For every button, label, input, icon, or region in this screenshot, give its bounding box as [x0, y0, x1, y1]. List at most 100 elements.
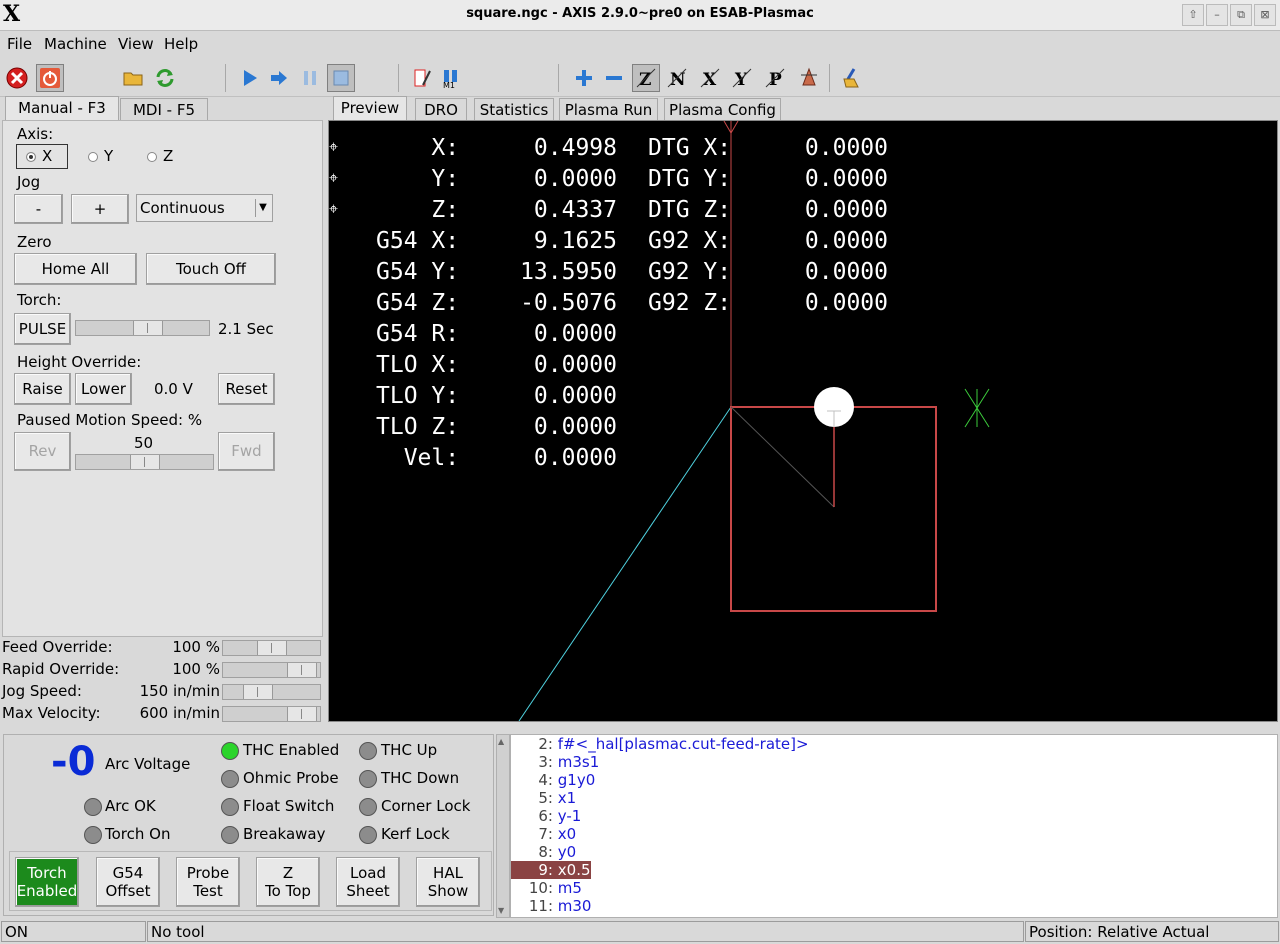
stop-icon[interactable] — [327, 64, 355, 92]
g54-offset-button[interactable]: G54 Offset — [96, 857, 160, 907]
reset-button[interactable]: Reset — [218, 373, 275, 405]
maximize-window-button[interactable]: ⧉ — [1230, 4, 1252, 26]
max-velocity-slider[interactable] — [222, 706, 321, 722]
close-window-button[interactable]: ⊠ — [1254, 4, 1276, 26]
radio-dot-icon — [147, 151, 157, 162]
jog-plus-button[interactable]: + — [71, 194, 129, 224]
torch-enabled-button[interactable]: Torch Enabled — [15, 857, 79, 907]
estop-icon[interactable] — [5, 66, 29, 90]
toolbar-separator — [829, 64, 830, 92]
dro-value: 0.0000 — [804, 166, 888, 192]
touch-off-button[interactable]: Touch Off — [146, 253, 276, 285]
zoom-in-icon[interactable] — [572, 66, 596, 90]
menu-file[interactable]: File — [7, 35, 32, 53]
gcode-line[interactable]: 4: g1y0 — [511, 771, 595, 789]
shade-window-button[interactable]: ⇧ — [1182, 4, 1204, 26]
gcode-line[interactable]: 6: y-1 — [511, 807, 581, 825]
tab-preview[interactable]: Preview — [333, 96, 407, 121]
toolbar-separator — [398, 64, 399, 92]
rev-button[interactable]: Rev — [14, 432, 71, 471]
tab-mdi[interactable]: MDI - F5 — [120, 98, 208, 121]
dro-label: TLO Z: — [376, 414, 460, 440]
hal-show-button[interactable]: HAL Show — [416, 857, 480, 907]
gcode-line[interactable]: 8: y0 — [511, 843, 576, 861]
scroll-up-icon[interactable]: ▲ — [498, 737, 504, 746]
dro-label: DTG X: — [648, 135, 732, 161]
dro-label: G54 Y: — [376, 259, 460, 285]
axis-x-radio[interactable]: X — [26, 147, 52, 165]
jog-speed-slider[interactable] — [222, 684, 321, 700]
jog-mode-select[interactable]: Continuous ▼ — [136, 194, 273, 222]
dro-value: 0.0000 — [533, 321, 617, 347]
slider-thumb[interactable] — [243, 685, 273, 699]
slider-thumb[interactable] — [257, 641, 287, 655]
gcode-line-selected[interactable]: 9: x0.5 — [511, 861, 591, 879]
slider-thumb[interactable] — [130, 455, 160, 469]
slider-thumb[interactable] — [287, 663, 317, 677]
pause-icon[interactable] — [298, 66, 322, 90]
view-z2-icon[interactable]: N — [665, 66, 689, 90]
home-marker-icon: ⌖ — [329, 168, 339, 187]
tab-manual[interactable]: Manual - F3 — [5, 96, 119, 121]
view-y-icon[interactable]: Y — [730, 66, 754, 90]
height-override-label: Height Override: — [17, 353, 142, 371]
menu-view[interactable]: View — [118, 35, 154, 53]
z-to-top-button[interactable]: Z To Top — [256, 857, 320, 907]
corner-lock-led-icon — [359, 798, 377, 816]
gcode-scrollbar[interactable]: ▲ ▼ — [496, 734, 510, 918]
reload-icon[interactable] — [153, 66, 177, 90]
optional-stop-icon[interactable]: M1 — [439, 66, 463, 90]
tab-plasma-run[interactable]: Plasma Run — [559, 98, 658, 121]
origin-marker — [964, 388, 990, 428]
load-sheet-button[interactable]: Load Sheet — [336, 857, 400, 907]
gcode-line[interactable]: 2: f#<_hal[plasmac.cut-feed-rate]> — [511, 735, 808, 753]
toolbar-separator — [558, 64, 559, 92]
minimize-window-button[interactable]: – — [1206, 4, 1228, 26]
thc-up-led-icon — [359, 742, 377, 760]
axis-y-radio[interactable]: Y — [88, 147, 113, 165]
view-z-icon[interactable]: Z — [632, 64, 660, 92]
slider-thumb[interactable] — [133, 321, 163, 335]
axis-z-radio[interactable]: Z — [147, 147, 173, 165]
pulse-time-slider[interactable] — [75, 320, 210, 336]
tab-plasma-config[interactable]: Plasma Config — [664, 98, 781, 121]
dro-value: 0.0000 — [804, 197, 888, 223]
dro-value: -0.5076 — [520, 290, 617, 316]
rapid-override-slider[interactable] — [222, 662, 321, 678]
tab-statistics[interactable]: Statistics — [474, 98, 554, 121]
gcode-line[interactable]: 3: m3s1 — [511, 753, 599, 771]
jog-minus-button[interactable]: - — [14, 194, 63, 224]
pulse-button[interactable]: PULSE — [14, 313, 71, 345]
clear-plot-icon[interactable] — [839, 66, 863, 90]
gcode-line[interactable]: 7: x0 — [511, 825, 576, 843]
lower-button[interactable]: Lower — [75, 373, 132, 405]
rotated-view-icon[interactable] — [797, 66, 821, 90]
gcode-listing[interactable]: 2: f#<_hal[plasmac.cut-feed-rate]> 3: m3… — [510, 734, 1278, 918]
gcode-line[interactable]: 11: m30 — [511, 897, 592, 915]
view-p-icon[interactable]: P — [763, 66, 787, 90]
blockdelete-icon[interactable] — [410, 66, 434, 90]
menu-help[interactable]: Help — [164, 35, 198, 53]
view-x-icon[interactable]: X — [698, 66, 722, 90]
open-file-icon[interactable] — [121, 66, 145, 90]
preview-canvas[interactable]: ⌖ ⌖ ⌖ X: 0.4998 Y: 0.0000 Z: 0.4337 G54 X: 9.… — [328, 120, 1278, 722]
paused-motion-slider[interactable] — [75, 454, 214, 470]
step-icon[interactable] — [267, 66, 291, 90]
gcode-line[interactable]: 5: x1 — [511, 789, 576, 807]
home-all-button[interactable]: Home All — [14, 253, 137, 285]
probe-test-button[interactable]: Probe Test — [176, 857, 240, 907]
feed-override-slider[interactable] — [222, 640, 321, 656]
breakaway-label: Breakaway — [243, 825, 326, 843]
raise-button[interactable]: Raise — [14, 373, 71, 405]
run-icon[interactable] — [238, 66, 262, 90]
paused-motion-value: 50 — [134, 434, 154, 452]
slider-thumb[interactable] — [287, 707, 317, 721]
machine-power-icon[interactable] — [36, 64, 64, 92]
menu-machine[interactable]: Machine — [44, 35, 107, 53]
zoom-out-icon[interactable] — [602, 66, 626, 90]
scroll-down-icon[interactable]: ▼ — [498, 906, 504, 915]
gcode-line[interactable]: 10: m5 — [511, 879, 582, 897]
ohmic-probe-led-icon — [221, 770, 239, 788]
fwd-button[interactable]: Fwd — [218, 432, 275, 471]
tab-dro[interactable]: DRO — [415, 98, 467, 121]
